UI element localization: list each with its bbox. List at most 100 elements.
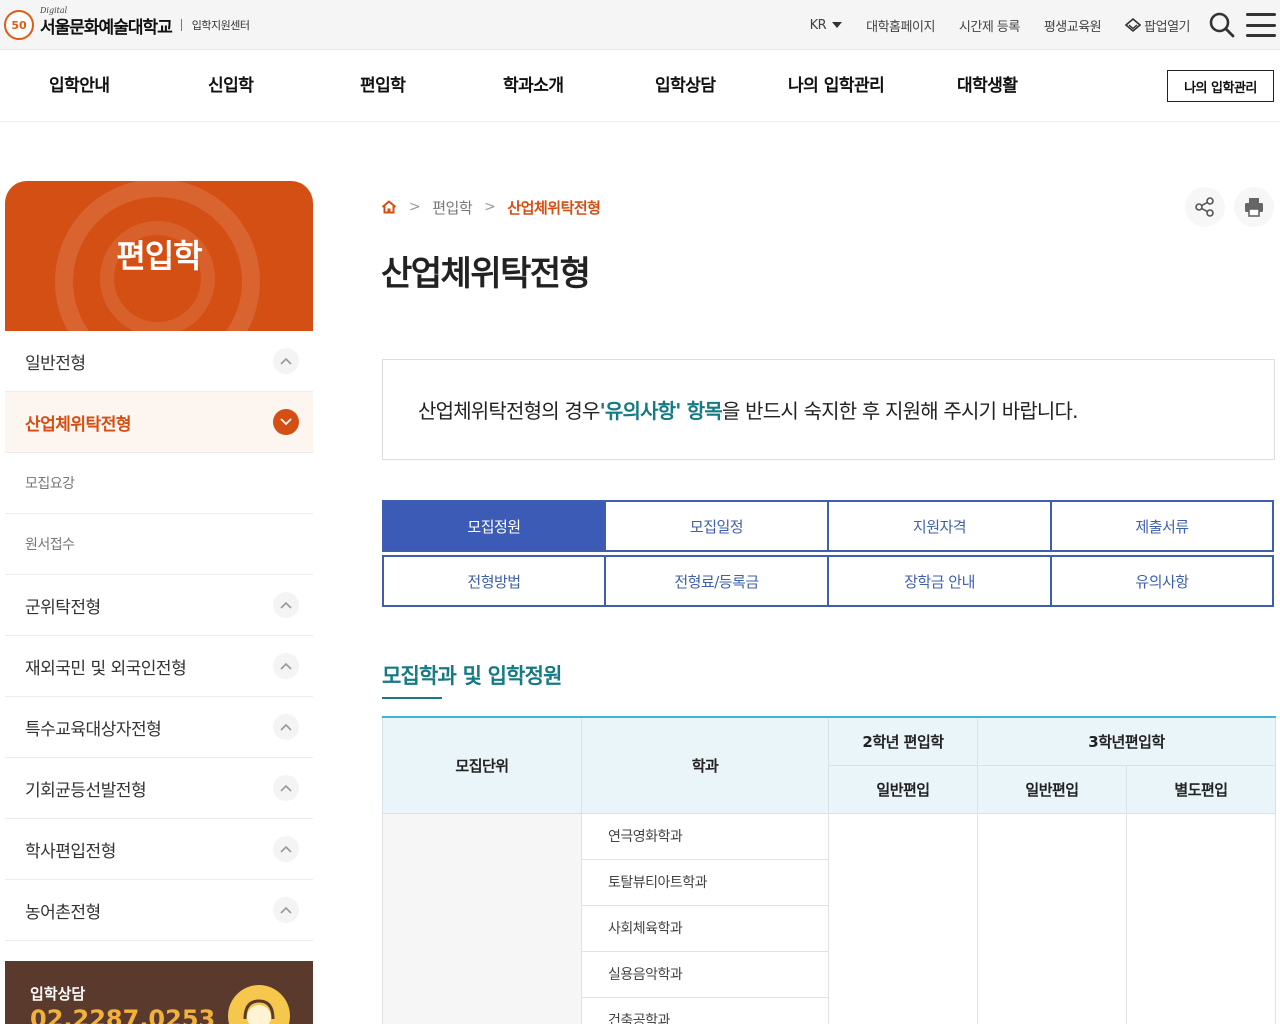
quota-table: 모집단위 학과 2학년 편입학 3학년편입학 일반편입 일반편입 별도편입 연극… <box>382 716 1276 1024</box>
popup-open-label: 팝업열기 <box>1144 19 1190 35</box>
breadcrumb-separator-icon: > <box>484 199 496 215</box>
chevron-up-icon[interactable] <box>273 775 299 801</box>
notice-text-before: 산업체위탁전형의 경우 <box>418 399 600 423</box>
side-item-general[interactable]: 일반전형 <box>5 331 313 392</box>
breadcrumb-parent[interactable]: 편입학 <box>432 197 472 218</box>
content-tabs: 모집정원 모집일정 지원자격 제출서류 전형방법 전형료/등록금 장학금 안내 … <box>382 500 1275 607</box>
chevron-up-icon[interactable] <box>273 714 299 740</box>
chevron-up-icon[interactable] <box>273 592 299 618</box>
my-admission-button[interactable]: 나의 입학관리 <box>1167 70 1274 102</box>
chevron-up-icon[interactable] <box>273 836 299 862</box>
side-item-bachelor-transfer[interactable]: 학사편입전형 <box>5 819 313 880</box>
nav-transfer[interactable]: 편입학 <box>360 50 406 122</box>
link-university-homepage[interactable]: 대학홈페이지 <box>866 16 935 35</box>
nav-admission-guide[interactable]: 입학안내 <box>49 50 110 122</box>
side-subitem-application[interactable]: 원서접수 <box>5 514 313 575</box>
side-item-label: 학사편입전형 <box>25 841 116 862</box>
share-icon[interactable] <box>1185 187 1225 227</box>
nav-consultation[interactable]: 입학상담 <box>655 50 716 122</box>
side-item-equal-opportunity[interactable]: 기회균등선발전형 <box>5 758 313 819</box>
breadcrumb-separator-icon: > <box>409 199 421 215</box>
tab-recruitment-quota[interactable]: 모집정원 <box>382 500 605 552</box>
notice-box: 산업체위탁전형의 경우 '유의사항' 항목 을 반드시 숙지한 후 지원해 주시기… <box>382 359 1275 460</box>
headset-icon <box>228 985 290 1024</box>
tab-scholarship[interactable]: 장학금 안내 <box>828 555 1051 607</box>
nav-my-admission[interactable]: 나의 입학관리 <box>788 50 885 122</box>
hamburger-menu-icon[interactable] <box>1246 13 1276 37</box>
section-title-underline <box>382 697 442 699</box>
notice-highlight: '유의사항' 항목 <box>599 399 723 423</box>
tab-documents[interactable]: 제출서류 <box>1051 500 1274 552</box>
side-item-military[interactable]: 군위탁전형 <box>5 575 313 636</box>
table-cell-year3-special <box>1126 812 1276 1024</box>
side-subitem-label: 모집요강 <box>25 476 75 492</box>
popup-open-button[interactable]: 팝업열기 <box>1125 16 1190 35</box>
tab-schedule[interactable]: 모집일정 <box>605 500 828 552</box>
side-item-industry-entrusted[interactable]: 산업체위탁전형 <box>5 392 313 453</box>
admission-consult-box[interactable]: 입학상담 02.2287.0253 <box>5 961 313 1024</box>
side-menu-hero: 편입학 <box>5 181 313 331</box>
side-item-special-education[interactable]: 특수교육대상자전형 <box>5 697 313 758</box>
chevron-up-icon[interactable] <box>273 897 299 923</box>
table-cell-department: 토탈뷰티아트학과 <box>581 858 829 906</box>
consult-label: 입학상담 <box>30 985 86 1003</box>
side-menu: 편입학 일반전형 산업체위탁전형 모집요강 원서접수 군위탁전형 재외국민 및 … <box>5 181 313 941</box>
link-lifelong-education[interactable]: 평생교육원 <box>1044 16 1102 35</box>
table-cell-department: 건축공학과 <box>581 996 829 1024</box>
side-subitem-recruitment-guide[interactable]: 모집요강 <box>5 453 313 514</box>
caret-down-icon <box>832 22 843 28</box>
nav-freshman[interactable]: 신입학 <box>208 50 254 122</box>
language-select[interactable]: KR <box>810 18 843 33</box>
section-title: 모집학과 및 입학정원 <box>382 664 563 688</box>
side-item-label: 농어촌전형 <box>25 902 101 923</box>
home-icon[interactable] <box>381 200 397 214</box>
side-item-label: 군위탁전형 <box>25 597 101 618</box>
col-year2-general: 일반편입 <box>828 764 978 814</box>
nav-departments[interactable]: 학과소개 <box>503 50 564 122</box>
col-recruitment-unit: 모집단위 <box>382 716 582 814</box>
table-cell-year3-general <box>977 812 1127 1024</box>
page-title: 산업체위탁전형 <box>381 254 591 294</box>
link-parttime-registration[interactable]: 시간제 등록 <box>959 16 1020 35</box>
university-logo[interactable]: 50 Digital 서울문화예술대학교 입학지원센터 <box>4 6 250 42</box>
main-navigation: 입학안내 신입학 편입학 학과소개 입학상담 나의 입학관리 대학생활 나의 입… <box>0 50 1280 122</box>
print-icon[interactable] <box>1234 187 1274 227</box>
layers-icon <box>1125 17 1142 33</box>
logo-name: 서울문화예술대학교 <box>40 17 173 38</box>
side-subitem-label: 원서접수 <box>25 537 75 553</box>
chevron-up-icon[interactable] <box>273 348 299 374</box>
side-item-label: 특수교육대상자전형 <box>25 719 162 740</box>
side-menu-title: 편입학 <box>116 237 202 275</box>
side-item-rural[interactable]: 농어촌전형 <box>5 880 313 941</box>
col-year3-general: 일반편입 <box>977 764 1127 814</box>
logo-subtitle: 입학지원센터 <box>191 19 250 32</box>
side-item-label: 재외국민 및 외국인전형 <box>25 658 187 679</box>
table-cell-unit <box>382 812 582 1024</box>
logo-divider <box>180 19 182 31</box>
consult-phone: 02.2287.0253 <box>30 1005 216 1024</box>
notice-text-after: 을 반드시 숙지한 후 지원해 주시기 바랍니다. <box>721 399 1079 423</box>
side-item-label: 산업체위탁전형 <box>25 414 131 435</box>
language-label: KR <box>809 17 827 33</box>
nav-campus-life[interactable]: 대학생활 <box>957 50 1018 122</box>
breadcrumb-current: 산업체위탁전형 <box>507 198 601 217</box>
side-item-overseas[interactable]: 재외국민 및 외국인전형 <box>5 636 313 697</box>
col-year3-transfer: 3학년편입학 <box>977 716 1276 766</box>
breadcrumb: > 편입학 > 산업체위탁전형 <box>381 196 601 218</box>
side-item-label: 기회균등선발전형 <box>25 780 147 801</box>
search-icon[interactable] <box>1208 11 1236 39</box>
tab-selection-method[interactable]: 전형방법 <box>382 555 605 607</box>
chevron-up-icon[interactable] <box>273 653 299 679</box>
table-row: 연극영화학과 <box>382 812 1276 1024</box>
tab-fees[interactable]: 전형료/등록금 <box>605 555 828 607</box>
chevron-down-icon[interactable] <box>273 409 299 435</box>
top-utility-bar: 50 Digital 서울문화예술대학교 입학지원센터 KR 대학홈페이지 시간… <box>0 0 1280 50</box>
table-cell-year2-general <box>828 812 978 1024</box>
table-cell-department: 사회체육학과 <box>581 904 829 952</box>
col-year2-transfer: 2학년 편입학 <box>828 716 978 766</box>
tab-precautions[interactable]: 유의사항 <box>1051 555 1274 607</box>
tab-eligibility[interactable]: 지원자격 <box>828 500 1051 552</box>
col-department: 학과 <box>581 716 829 814</box>
utility-links: KR 대학홈페이지 시간제 등록 평생교육원 팝업열기 <box>810 0 1280 50</box>
col-year3-special: 별도편입 <box>1126 764 1276 814</box>
